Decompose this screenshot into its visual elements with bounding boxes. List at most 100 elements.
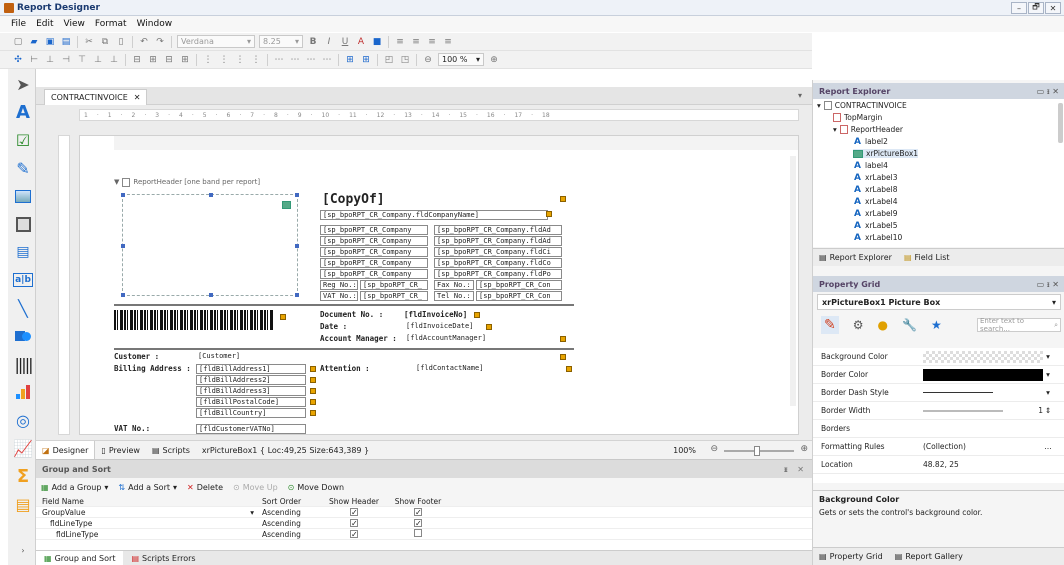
fax-no-field[interactable]: [sp_bpoRPT_CR_Con (476, 280, 562, 290)
company-name-field[interactable]: [sp_bpoRPT_CR_Company.fldCompanyName] (320, 210, 548, 220)
fore-color-icon[interactable]: A (355, 36, 367, 48)
vat-no-label[interactable]: VAT No.: (320, 291, 358, 301)
zoom-in-icon[interactable]: ⊕ (488, 54, 500, 66)
h-spacing-equal-icon[interactable]: ⋮ (202, 54, 214, 66)
date-label[interactable]: Date : (320, 322, 347, 332)
minimize-button[interactable]: – (1011, 2, 1027, 14)
contact-name-field[interactable]: [fldContactName] (414, 364, 564, 374)
save-icon[interactable]: ▣ (44, 36, 56, 48)
tree-item-label4[interactable]: Alabel4 (853, 161, 888, 171)
justify-full-icon[interactable]: ≡ (442, 36, 454, 48)
bill-country[interactable]: [fldBillCountry] (196, 408, 306, 418)
toolbox-expand-icon[interactable]: › (12, 539, 34, 561)
align-centers-icon[interactable]: ⊥ (44, 54, 56, 66)
tab-field-list[interactable]: ▤ Field List (898, 253, 956, 262)
company-field-1a[interactable]: [sp_bpoRPT_CR_Company (320, 225, 428, 235)
favorites-icon[interactable]: ★ (931, 318, 942, 332)
same-width-icon[interactable]: ⊟ (131, 54, 143, 66)
company-field-5a[interactable]: [sp_bpoRPT_CR_Company (320, 269, 428, 279)
h-spacing-dec-icon[interactable]: ⋮ (234, 54, 246, 66)
top-margin-band[interactable] (114, 136, 798, 150)
smart-tag-icon[interactable] (282, 201, 291, 209)
invoice-date-field[interactable]: [fldInvoiceDate] (404, 322, 484, 332)
v-spacing-inc-icon[interactable]: ⋯ (289, 54, 301, 66)
align-lefts-icon[interactable]: ⊢ (28, 54, 40, 66)
selected-control-combo[interactable]: xrPictureBox1 Picture Box ▾ (817, 294, 1061, 310)
align-rights-icon[interactable]: ⊣ (60, 54, 72, 66)
tab-group-and-sort[interactable]: ▦ Group and Sort (36, 551, 124, 565)
pointer-tool-icon[interactable]: ➤ (12, 73, 34, 95)
chart-tool-icon[interactable] (12, 381, 34, 403)
menu-format[interactable]: Format (90, 19, 132, 29)
data-icon[interactable]: ● (878, 318, 888, 332)
send-to-back-icon[interactable]: ◳ (399, 54, 411, 66)
prop-border-width[interactable]: Border Width 1 ⇕ (813, 402, 1064, 420)
v-spacing-remove-icon[interactable]: ⋯ (321, 54, 333, 66)
tabs-dropdown-icon[interactable]: ▾ (798, 91, 802, 100)
tree-item-contractinvoice[interactable]: ▾ CONTRACTINVOICE (817, 101, 907, 110)
h-spacing-remove-icon[interactable]: ⋮ (250, 54, 262, 66)
bill-address-1[interactable]: [fldBillAddress1] (196, 364, 306, 374)
customer-label[interactable]: Customer : (114, 352, 159, 362)
prop-formatting-rules[interactable]: Formatting Rules (Collection) … (813, 438, 1064, 456)
redo-icon[interactable]: ↷ (154, 36, 166, 48)
bill-address-3[interactable]: [fldBillAddress3] (196, 386, 306, 396)
tree-item-xrlabel8[interactable]: AxrLabel8 (853, 185, 898, 195)
move-up-button[interactable]: ⊙ Move Up (228, 483, 283, 492)
picture-box[interactable] (121, 193, 299, 297)
delete-button[interactable]: ✕ Delete (182, 483, 228, 492)
zoom-slider[interactable] (724, 446, 794, 456)
bring-to-front-icon[interactable]: ◰ (383, 54, 395, 66)
account-manager-field[interactable]: [fldAccountManager] (404, 334, 554, 344)
vertical-scrollbar[interactable] (790, 156, 796, 406)
customer-vat-field[interactable]: [fldCustomerVATNo] (196, 424, 306, 434)
prop-borders[interactable]: Borders (813, 420, 1064, 438)
layout-icon[interactable]: 🔧 (902, 318, 917, 332)
bold-icon[interactable]: B (307, 36, 319, 48)
tab-scripts-errors[interactable]: ▤ Scripts Errors (123, 551, 203, 565)
rich-text-tool-icon[interactable]: ✎ (12, 157, 34, 179)
behavior-icon[interactable]: ⚙ (853, 318, 864, 332)
add-sort-button[interactable]: ⇅ Add a Sort ▾ (113, 483, 182, 492)
tree-item-topmargin[interactable]: TopMargin (833, 113, 882, 122)
zoom-out-icon[interactable]: ⊖ (710, 444, 718, 454)
prop-background-color[interactable]: Background Color ▾ (813, 348, 1064, 366)
tab-report-explorer[interactable]: ▤ Report Explorer (813, 253, 898, 262)
same-size-icon[interactable]: ⊞ (179, 54, 191, 66)
line-tool-icon[interactable]: ╲ (12, 297, 34, 319)
show-header-checkbox[interactable]: ✓ (350, 518, 358, 527)
add-group-button[interactable]: ▦ Add a Group ▾ (36, 483, 113, 492)
character-comb-tool-icon[interactable]: a|b (12, 269, 34, 291)
company-field-3a[interactable]: [sp_bpoRPT_CR_Company (320, 247, 428, 257)
document-no-label[interactable]: Document No. : (320, 310, 383, 320)
font-name-combo[interactable]: Verdana ▾ (177, 35, 255, 48)
copyof-label[interactable]: [CopyOf] (322, 192, 385, 208)
show-header-checkbox[interactable]: ✓ (350, 529, 358, 538)
property-search-input[interactable]: Enter text to search... ⌕ (977, 317, 1061, 333)
center-horizontally-icon[interactable]: ⊞ (344, 54, 356, 66)
show-footer-checkbox[interactable] (414, 529, 422, 537)
company-field-4a[interactable]: [sp_bpoRPT_CR_Company (320, 258, 428, 268)
cut-icon[interactable]: ✂ (83, 36, 95, 48)
show-header-checkbox[interactable]: ✓ (350, 507, 358, 516)
company-field-4b[interactable]: [sp_bpoRPT_CR_Company.fldCo (434, 258, 562, 268)
center-vertically-icon[interactable]: ⊞ (360, 54, 372, 66)
menu-edit[interactable]: Edit (31, 19, 58, 29)
tree-item-xrlabel4[interactable]: AxrLabel4 (853, 197, 898, 207)
move-down-button[interactable]: ⊙ Move Down (283, 483, 349, 492)
zoom-in-icon[interactable]: ⊕ (800, 444, 808, 454)
menu-file[interactable]: File (6, 19, 31, 29)
same-height-icon[interactable]: ⊟ (163, 54, 175, 66)
maximize-button[interactable]: 🗗 (1028, 2, 1044, 14)
table-row[interactable]: fldLineType Ascending ✓ ✓ (36, 518, 812, 529)
tab-report-gallery[interactable]: ▤ Report Gallery (889, 552, 969, 561)
label-tool-icon[interactable]: A (12, 101, 34, 123)
v-spacing-equal-icon[interactable]: ⋯ (273, 54, 285, 66)
prop-location[interactable]: Location 48.82, 25 (813, 456, 1064, 474)
menu-window[interactable]: Window (132, 19, 178, 29)
close-tab-icon[interactable]: ✕ (134, 93, 141, 102)
prop-border-dash-style[interactable]: Border Dash Style ▾ (813, 384, 1064, 402)
table-row[interactable]: GroupValue ▾ Ascending ✓ ✓ (36, 507, 812, 518)
save-all-icon[interactable]: ▤ (60, 36, 72, 48)
tab-preview[interactable]: ▯ Preview (95, 441, 146, 460)
